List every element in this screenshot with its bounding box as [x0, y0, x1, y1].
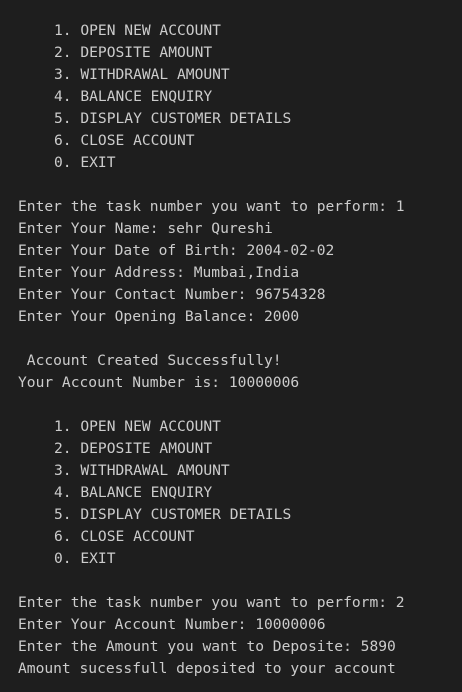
menu-block-1: 1. OPEN NEW ACCOUNT 2. DEPOSITE AMOUNT 3…: [0, 20, 462, 174]
terminal-output[interactable]: 1. OPEN NEW ACCOUNT 2. DEPOSITE AMOUNT 3…: [0, 0, 462, 692]
menu-item-exit: 0. EXIT: [54, 550, 116, 567]
menu-item-balance-enquiry: 4. BALANCE ENQUIRY: [54, 88, 213, 105]
session-block-2: Enter the task number you want to perfor…: [0, 592, 462, 680]
result-block-1: Account Created Successfully! Your Accou…: [0, 350, 462, 394]
account-number-message: Your Account Number is: 10000006: [18, 374, 300, 391]
prompt-dob: Enter Your Date of Birth: 2004-02-02: [18, 242, 335, 259]
deposit-success-message: Amount sucessfull deposited to your acco…: [18, 660, 396, 677]
menu-item-deposit: 2. DEPOSITE AMOUNT: [54, 440, 213, 457]
prompt-name: Enter Your Name: sehr Qureshi: [18, 220, 273, 237]
menu-item-open-account: 1. OPEN NEW ACCOUNT: [54, 418, 221, 435]
prompt-contact: Enter Your Contact Number: 96754328: [18, 286, 326, 303]
prompt-task-number: Enter the task number you want to perfor…: [18, 594, 405, 611]
menu-item-display-details: 5. DISPLAY CUSTOMER DETAILS: [54, 506, 292, 523]
menu-item-open-account: 1. OPEN NEW ACCOUNT: [54, 22, 221, 39]
menu-item-withdrawal: 3. WITHDRAWAL AMOUNT: [54, 462, 230, 479]
menu-item-display-details: 5. DISPLAY CUSTOMER DETAILS: [54, 110, 292, 127]
menu-block-2: 1. OPEN NEW ACCOUNT 2. DEPOSITE AMOUNT 3…: [0, 416, 462, 570]
prompt-deposit-amount: Enter the Amount you want to Deposite: 5…: [18, 638, 396, 655]
menu-item-deposit: 2. DEPOSITE AMOUNT: [54, 44, 213, 61]
menu-item-exit: 0. EXIT: [54, 154, 116, 171]
prompt-account-number: Enter Your Account Number: 10000006: [18, 616, 326, 633]
menu-item-balance-enquiry: 4. BALANCE ENQUIRY: [54, 484, 213, 501]
prompt-task-number: Enter the task number you want to perfor…: [18, 198, 405, 215]
prompt-address: Enter Your Address: Mumbai,India: [18, 264, 300, 281]
menu-item-close-account: 6. CLOSE ACCOUNT: [54, 132, 195, 149]
menu-item-withdrawal: 3. WITHDRAWAL AMOUNT: [54, 66, 230, 83]
menu-item-close-account: 6. CLOSE ACCOUNT: [54, 528, 195, 545]
session-block-1: Enter the task number you want to perfor…: [0, 196, 462, 328]
account-created-message: Account Created Successfully!: [18, 352, 282, 369]
prompt-opening-balance: Enter Your Opening Balance: 2000: [18, 308, 300, 325]
